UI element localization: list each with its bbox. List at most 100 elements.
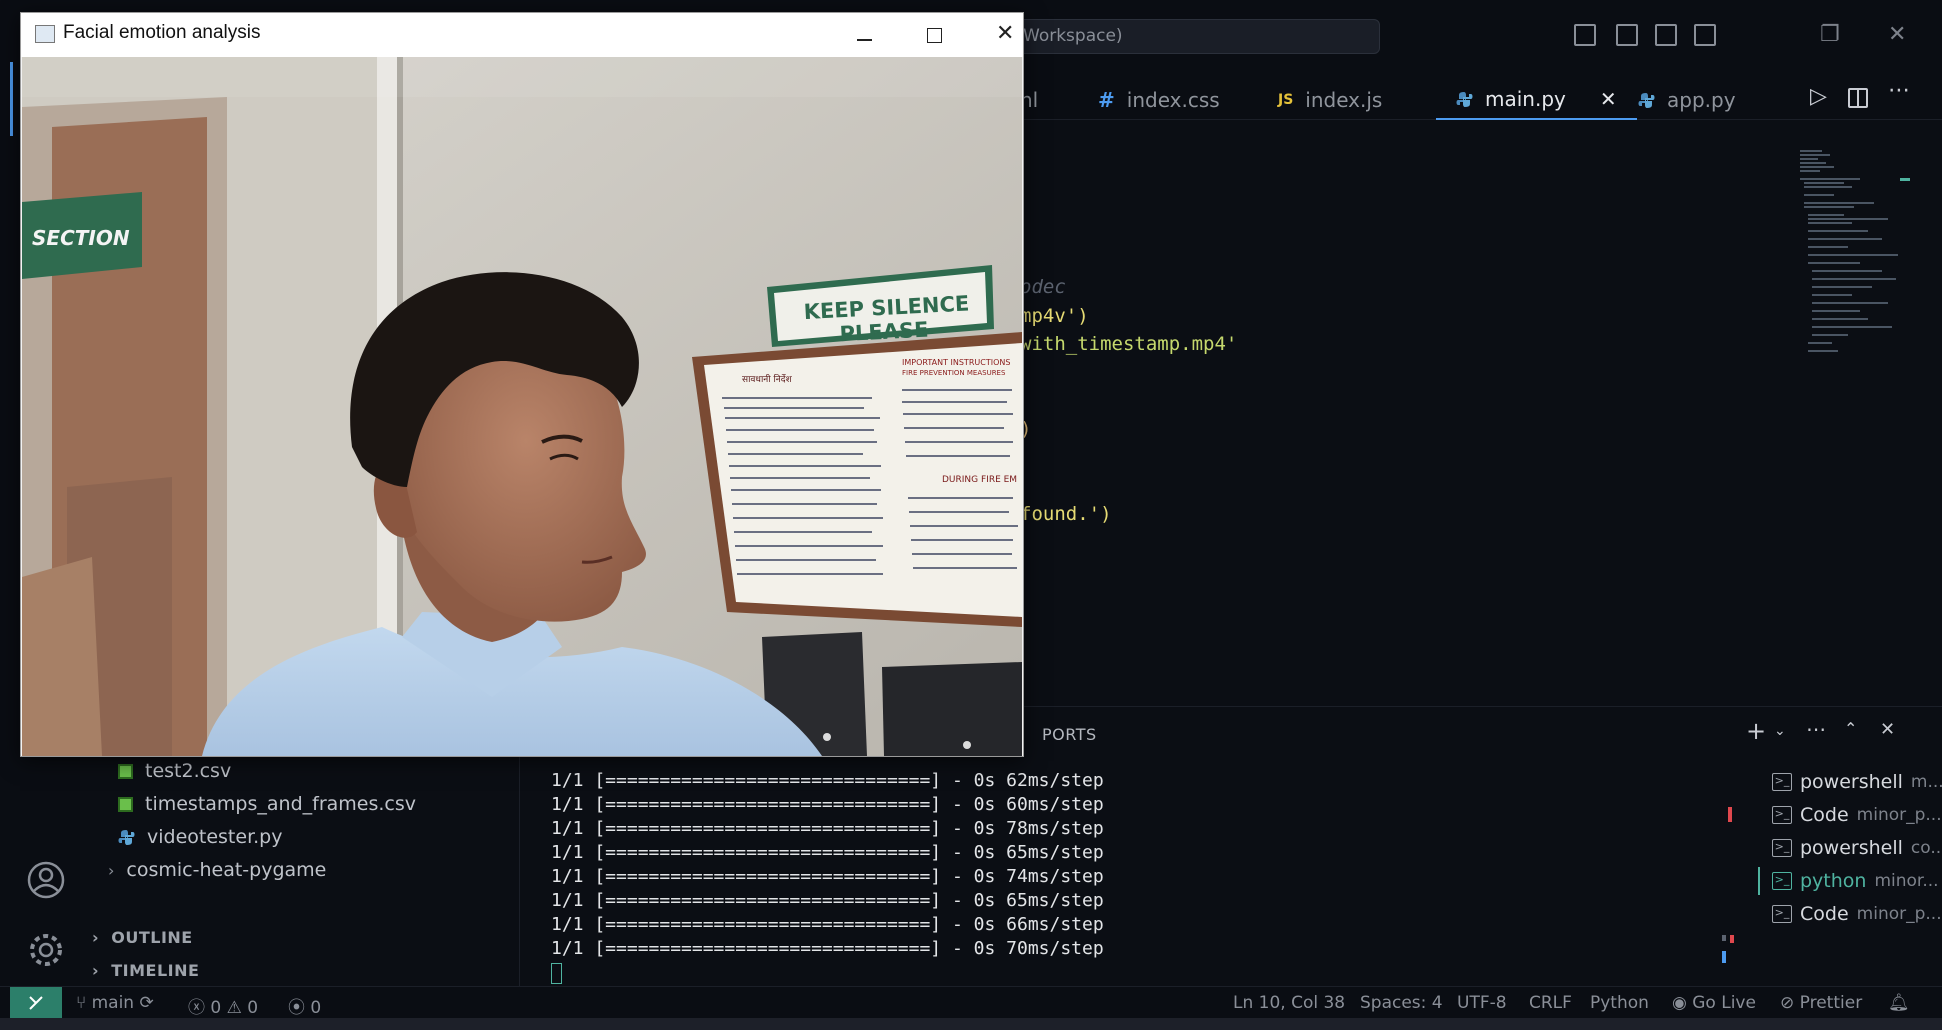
- tab-label: app.py: [1667, 88, 1736, 112]
- close-panel-icon[interactable]: ✕: [1880, 719, 1895, 740]
- python-file-icon: [118, 829, 135, 845]
- file-label: test2.csv: [145, 760, 232, 782]
- tab-ports[interactable]: PORTS: [1042, 725, 1097, 744]
- broadcast-icon: ◉: [1672, 993, 1687, 1013]
- terminal-item[interactable]: >_ powershell m...: [1772, 771, 1942, 793]
- terminal-output-line: 1/1 [==============================] - 0…: [551, 890, 1104, 911]
- terminal-output-line: 1/1 [==============================] - 0…: [551, 770, 1104, 791]
- file-label: videotester.py: [147, 826, 283, 848]
- chevron-right-icon: ›: [108, 860, 115, 880]
- restore-icon[interactable]: ❐: [1820, 22, 1840, 47]
- customize-layout-icon[interactable]: [1694, 24, 1716, 46]
- warning-count: 0: [247, 998, 259, 1018]
- terminal-icon: >_: [1772, 806, 1792, 824]
- terminal-sub: minor_p...: [1856, 904, 1942, 924]
- prettier-icon: ⊘: [1780, 993, 1795, 1013]
- timeline-section[interactable]: › TIMELINE: [92, 961, 199, 980]
- indentation[interactable]: Spaces: 4: [1360, 993, 1443, 1013]
- language-mode[interactable]: Python: [1590, 993, 1649, 1013]
- terminal-name: Code: [1800, 804, 1849, 826]
- csv-file-icon: [118, 796, 133, 812]
- minimap[interactable]: [1800, 148, 1910, 408]
- folder-label: cosmic-heat-pygame: [126, 859, 327, 881]
- outline-label: OUTLINE: [111, 928, 193, 947]
- minimize-icon: [857, 39, 872, 41]
- camera-window[interactable]: Facial emotion analysis ✕ SECTION KEEP S…: [20, 12, 1024, 757]
- chevron-down-icon[interactable]: ⌄: [1774, 723, 1786, 739]
- python-icon: [1638, 92, 1655, 108]
- tab-index-js[interactable]: JS index.js: [1278, 74, 1382, 120]
- scrollbar-marker: [1730, 935, 1734, 943]
- toggle-secondary-sidebar-icon[interactable]: [1655, 24, 1677, 46]
- file-item-timestamps-csv[interactable]: timestamps_and_frames.csv: [118, 793, 416, 815]
- notifications-icon[interactable]: 🔔︎: [1888, 993, 1910, 1013]
- terminal-sub: m...: [1910, 772, 1942, 792]
- status-bar: ⑂ main ⟳ ⓧ 0 ⚠ 0 ⦿ 0 Ln 10, Col 38 Space…: [0, 986, 1942, 1019]
- maximize-panel-icon[interactable]: ⌃: [1844, 719, 1857, 738]
- new-terminal-icon[interactable]: +: [1746, 717, 1766, 745]
- camera-window-titlebar[interactable]: Facial emotion analysis ✕: [21, 13, 1023, 57]
- file-label: timestamps_and_frames.csv: [145, 793, 417, 815]
- terminal-sub: minor...: [1874, 871, 1939, 891]
- window-title: Facial emotion analysis: [63, 22, 261, 43]
- remote-icon: [29, 996, 43, 1010]
- file-item-videotester-py[interactable]: videotester.py: [118, 826, 283, 848]
- command-center-search[interactable]: Workspace): [1010, 19, 1380, 54]
- toggle-panel-icon[interactable]: [1616, 24, 1638, 46]
- more-actions-icon[interactable]: ⋯: [1806, 717, 1826, 741]
- terminal-item[interactable]: >_ Code minor_p...: [1772, 903, 1942, 925]
- notice-sub-right: FIRE PREVENTION MEASURES: [902, 369, 1006, 377]
- file-item-test2-csv[interactable]: test2.csv: [118, 760, 231, 782]
- remote-indicator[interactable]: [10, 987, 62, 1019]
- accounts-icon[interactable]: [26, 860, 66, 900]
- encoding[interactable]: UTF-8: [1457, 993, 1507, 1013]
- split-editor-icon[interactable]: [1848, 88, 1868, 108]
- terminal-output-line: 1/1 [==============================] - 0…: [551, 794, 1104, 815]
- folder-cosmic-heat-pygame[interactable]: › cosmic-heat-pygame: [108, 859, 326, 881]
- terminal-output-line: 1/1 [==============================] - 0…: [551, 818, 1104, 839]
- tab-app-py[interactable]: app.py: [1638, 74, 1736, 120]
- tab-label: index.js: [1305, 88, 1383, 112]
- sync-icon[interactable]: ⟳: [140, 993, 154, 1013]
- outline-section[interactable]: › OUTLINE: [92, 928, 193, 947]
- ports-indicator[interactable]: ⦿ 0: [288, 993, 321, 1018]
- active-terminal-indicator: [1758, 867, 1760, 895]
- run-file-icon[interactable]: ▷: [1810, 84, 1827, 109]
- scrollbar-marker: [1722, 935, 1726, 941]
- close-icon: ✕: [996, 21, 1015, 46]
- gear-icon[interactable]: [26, 930, 66, 970]
- terminal-sub: minor_p...: [1856, 805, 1942, 825]
- problems-indicator[interactable]: ⓧ 0 ⚠ 0: [188, 993, 258, 1018]
- terminal-name: Code: [1800, 903, 1849, 925]
- close-button[interactable]: ✕: [979, 19, 1029, 51]
- active-view-indicator: [10, 62, 13, 136]
- chevron-right-icon: ›: [92, 928, 112, 947]
- line-ending[interactable]: CRLF: [1529, 993, 1572, 1013]
- minimize-button[interactable]: [839, 19, 889, 51]
- terminal-item-active[interactable]: >_ python minor...: [1772, 870, 1939, 892]
- terminal-name: powershell: [1800, 771, 1903, 793]
- terminal-item[interactable]: >_ powershell co...: [1772, 837, 1942, 859]
- section-sign: SECTION: [22, 192, 142, 279]
- close-tab-icon[interactable]: ✕: [1600, 82, 1617, 116]
- terminal-icon: >_: [1772, 773, 1792, 791]
- terminal-item[interactable]: >_ Code minor_p...: [1772, 804, 1942, 826]
- webcam-frame: SECTION KEEP SILENCE PLEASE सावधानी निर्…: [22, 57, 1022, 756]
- go-live-button[interactable]: ◉ Go Live: [1672, 993, 1756, 1013]
- git-branch[interactable]: ⑂ main ⟳: [76, 993, 154, 1013]
- branch-label: main: [91, 993, 135, 1013]
- tab-index-css[interactable]: # index.css: [1098, 74, 1220, 120]
- terminal-output-line: 1/1 [==============================] - 0…: [551, 842, 1104, 863]
- editor-tab-bar: nl # index.css JS index.js main.py ✕ app…: [1020, 74, 1942, 120]
- tab-main-py[interactable]: main.py ✕: [1436, 74, 1637, 120]
- prettier-button[interactable]: ⊘ Prettier: [1780, 993, 1862, 1013]
- more-actions-icon[interactable]: ⋯: [1888, 78, 1910, 103]
- close-window-icon[interactable]: ✕: [1888, 22, 1906, 47]
- cursor-position[interactable]: Ln 10, Col 38: [1233, 993, 1345, 1013]
- notice-heading-right: IMPORTANT INSTRUCTIONS: [902, 358, 1010, 367]
- app-icon: [35, 25, 55, 43]
- taskbar-edge: [0, 1018, 1942, 1030]
- toggle-primary-sidebar-icon[interactable]: [1574, 24, 1596, 46]
- maximize-button[interactable]: [909, 19, 959, 51]
- terminal-sub: co...: [1910, 838, 1942, 858]
